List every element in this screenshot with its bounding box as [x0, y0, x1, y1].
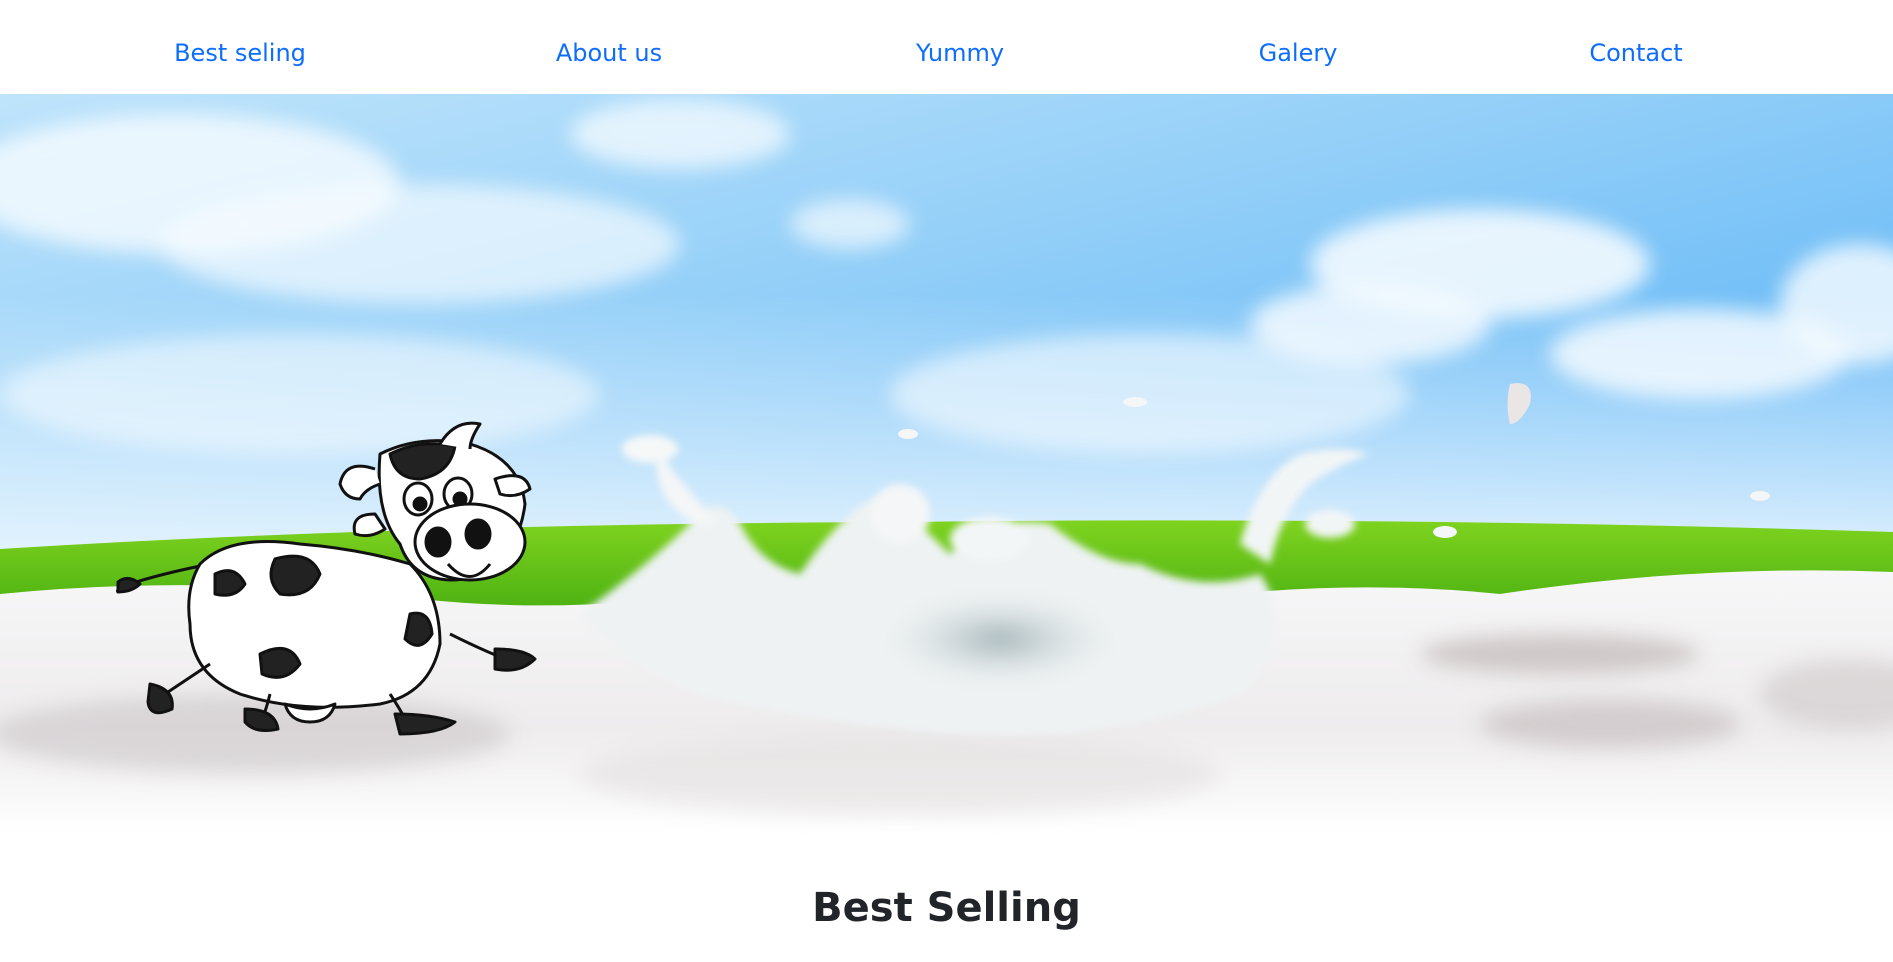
section-title-best-selling: Best Selling [812, 885, 1081, 931]
nav-link-about-us[interactable]: About us [556, 36, 662, 70]
nav-link-yummy[interactable]: Yummy [916, 36, 1004, 70]
nav-link-best-selling[interactable]: Best seling [174, 36, 306, 70]
nav-link-gallery[interactable]: Galery [1259, 36, 1338, 70]
top-navigation: Best seling About us Yummy Galery Contac… [0, 0, 1893, 94]
hero-banner [0, 94, 1893, 834]
nav-link-contact[interactable]: Contact [1589, 36, 1682, 70]
hero-illustration [0, 94, 1893, 834]
